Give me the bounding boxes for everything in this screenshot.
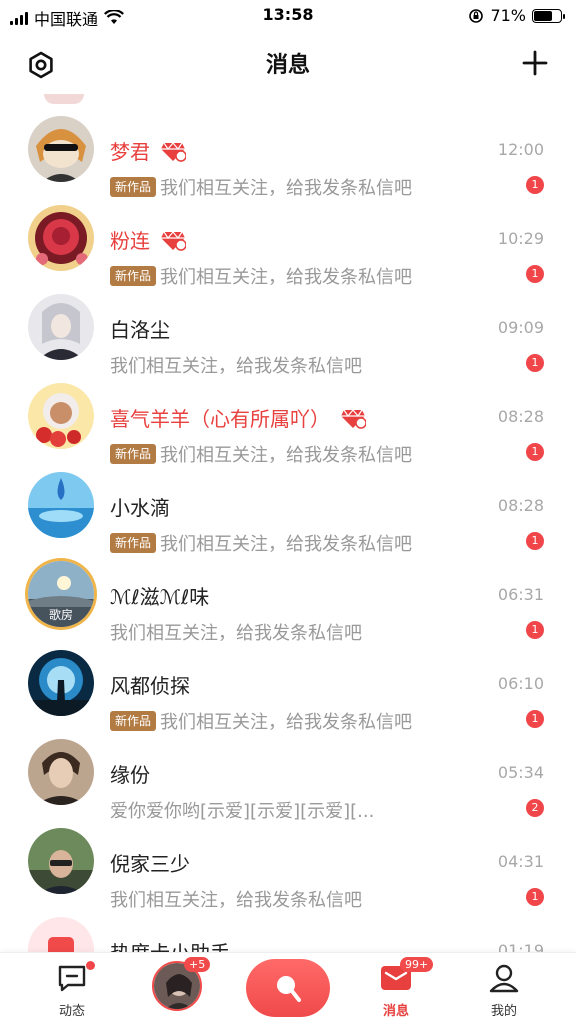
contact-name-text: 白洛尘: [110, 318, 170, 342]
message-time: 08:28: [497, 407, 544, 426]
tab-dynamic[interactable]: 动态: [32, 953, 112, 1024]
vip-diamond-icon: [341, 408, 366, 429]
conversation-row[interactable]: 喜气羊羊（心有所属吖） 新作品 我们相互关注，给我发条私信吧 08:28 1: [0, 369, 576, 466]
avatar-image: [28, 828, 94, 894]
conversation-row[interactable]: 梦君 新作品 我们相互关注，给我发条私信吧 12:00 1: [0, 102, 576, 199]
avatar[interactable]: [28, 383, 94, 449]
contact-name: 缘份: [110, 759, 150, 788]
avatar-image: [28, 294, 94, 360]
tab-messages-label: 消息: [382, 1004, 409, 1019]
contact-name: ℳℓ滋ℳℓ味: [110, 581, 209, 610]
microphone-icon: [277, 976, 301, 1002]
conversation-row[interactable]: 歌房 ℳℓ滋ℳℓ味 我们相互关注，给我发条私信吧 06:31 1: [0, 547, 576, 644]
vip-diamond-icon: [161, 230, 186, 251]
message-time: 12:00: [497, 140, 544, 159]
avatar-image: [28, 739, 94, 805]
tab-bar: 动态 +5 消息 99+ 我的: [0, 952, 576, 1024]
contact-name: 喜气羊羊（心有所属吖）: [110, 403, 366, 432]
avatar[interactable]: [28, 472, 94, 538]
conversation-row[interactable]: 白洛尘 我们相互关注，给我发条私信吧 09:09 1: [0, 280, 576, 377]
page-title: 消息: [265, 53, 310, 78]
chat-bubble-icon: [58, 965, 86, 992]
contact-name-text: 缘份: [110, 763, 150, 787]
contact-name-text: 喜气羊羊（心有所属吖）: [110, 407, 330, 431]
dynamic-dot: [86, 961, 95, 970]
contact-name: 倪家三少: [110, 848, 190, 877]
contact-name: 热度卡小助手: [110, 937, 230, 952]
conversation-row[interactable]: 风都侦探 新作品 我们相互关注，给我发条私信吧 06:10 1: [0, 636, 576, 733]
conversation-row[interactable]: 缘份 爱你爱你哟[示爱][示爱][示爱][... 05:34 2: [0, 725, 576, 822]
center-record-button[interactable]: [246, 959, 330, 1017]
person-icon: [489, 964, 519, 993]
avatar-image: [28, 116, 94, 182]
conversation-list[interactable]: 梦君 新作品 我们相互关注，给我发条私信吧 12:00 1 粉连 新作品 我们相互关注，给我发…: [0, 94, 576, 952]
message-time: 06:31: [497, 585, 544, 604]
contact-name-text: 倪家三少: [110, 852, 190, 876]
contact-name: 白洛尘: [110, 314, 170, 343]
avatar-badge: +5: [184, 957, 211, 972]
avatar[interactable]: [28, 294, 94, 360]
contact-name-text: 梦君: [110, 140, 150, 164]
conversation-row[interactable]: 倪家三少 我们相互关注，给我发条私信吧 04:31 1: [0, 814, 576, 911]
avatar[interactable]: [28, 116, 94, 182]
avatar[interactable]: [28, 917, 94, 952]
tab-mine-label: 我的: [490, 1004, 517, 1019]
tab-dynamic-label: 动态: [58, 1004, 85, 1019]
avatar[interactable]: [28, 650, 94, 716]
battery-percent: 71%: [490, 6, 526, 25]
tab-mine[interactable]: 我的: [464, 953, 544, 1024]
avatar[interactable]: [28, 739, 94, 805]
message-time: 09:09: [497, 318, 544, 337]
message-time: 04:31: [497, 852, 544, 871]
avatar-room-tag: 歌房: [48, 608, 73, 622]
conversation-row[interactable]: 热度卡小助手 01:19: [0, 903, 576, 952]
header: 消息: [0, 32, 576, 94]
contact-name: 粉连: [110, 225, 186, 254]
message-time: 06:10: [497, 674, 544, 693]
status-right: 71%: [468, 6, 565, 25]
message-time: 08:28: [497, 496, 544, 515]
battery-icon: [532, 8, 565, 23]
contact-name: 小水滴: [110, 492, 170, 521]
add-icon[interactable]: [522, 50, 548, 76]
avatar[interactable]: 歌房: [28, 561, 94, 627]
avatar-image: [28, 205, 94, 271]
contact-name: 风都侦探: [110, 670, 190, 699]
message-time: 01:19: [497, 941, 544, 952]
avatar-image: [28, 650, 94, 716]
orientation-lock-icon: [469, 8, 484, 23]
conversation-row[interactable]: 小水滴 新作品 我们相互关注，给我发条私信吧 08:28 1: [0, 458, 576, 555]
vip-diamond-icon: [161, 141, 186, 162]
messages-count-badge: 99+: [400, 957, 434, 972]
message-time: 10:29: [497, 229, 544, 248]
avatar-image: [28, 383, 94, 449]
contact-name-text: ℳℓ滋ℳℓ味: [110, 585, 210, 609]
message-time: 05:34: [497, 763, 544, 782]
conversation-row[interactable]: 粉连 新作品 我们相互关注，给我发条私信吧 10:29 1: [0, 191, 576, 288]
contact-name-text: 热度卡小助手: [110, 937, 230, 952]
contact-name-text: 粉连: [110, 229, 150, 253]
contact-name-text: 小水滴: [110, 496, 170, 520]
avatar-image: [28, 472, 94, 538]
contact-name-text: 风都侦探: [110, 674, 190, 698]
avatar-image: [28, 917, 94, 952]
contact-name: 梦君: [110, 136, 186, 165]
avatar[interactable]: [28, 828, 94, 894]
status-bar: 中国联通 13:58 71%: [0, 0, 576, 32]
avatar[interactable]: [28, 205, 94, 271]
